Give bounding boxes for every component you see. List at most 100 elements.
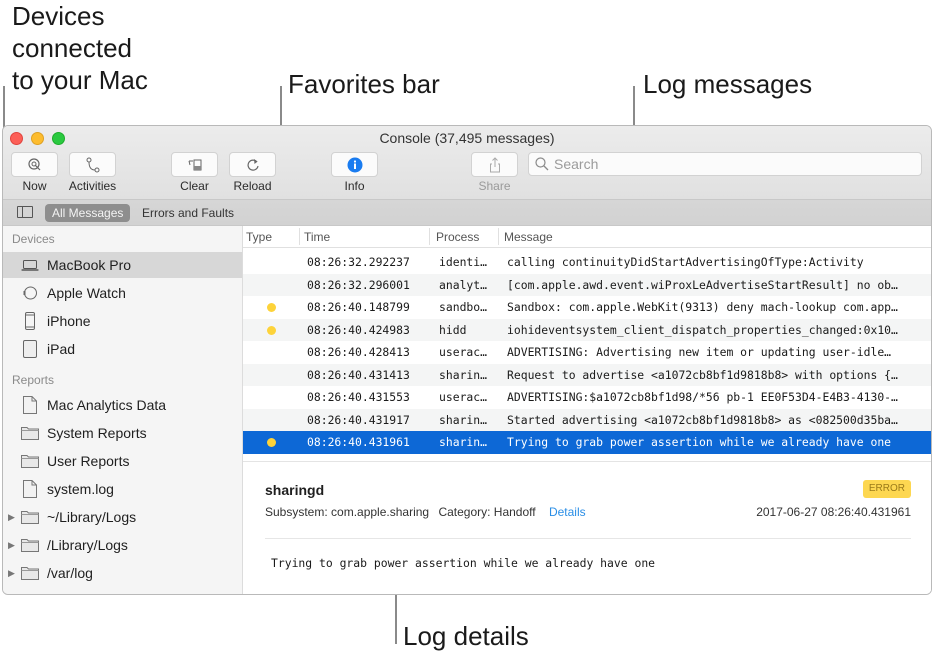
favorites-bar: All Messages Errors and Faults — [3, 199, 931, 225]
sidebar-item-macbook-pro[interactable]: MacBook Pro — [3, 252, 242, 278]
folder-icon — [21, 564, 39, 582]
info-button[interactable] — [331, 152, 378, 177]
sidebar-item-var-log[interactable]: ▶ /var/log — [3, 560, 242, 586]
log-row[interactable]: 08:26:40.148799 sandbo… Sandbox: com.apple… — [243, 296, 931, 319]
callout-log-messages: Log messages — [643, 69, 813, 99]
column-separator[interactable] — [498, 228, 499, 245]
log-message: Sandbox: com.apple.WebKit(9313) deny mac… — [507, 300, 898, 314]
log-time: 08:26:32.296001 — [307, 277, 410, 292]
reload-button[interactable] — [229, 152, 276, 177]
devices-header: Devices — [12, 232, 55, 246]
log-process: sharin… — [439, 412, 488, 427]
share-button[interactable] — [471, 152, 518, 177]
sidebar-item-iphone[interactable]: iPhone — [3, 308, 242, 334]
search-icon — [535, 157, 549, 171]
callout-log-details: Log details — [403, 621, 529, 651]
log-process: identi… — [439, 255, 488, 269]
callout-devices-line1: Devices — [12, 1, 105, 31]
sidebar-item-label: ~/Library/Logs — [47, 509, 137, 525]
log-row[interactable]: 08:26:32.296001 analyt… [com.apple.awd.eve… — [243, 273, 931, 296]
log-row[interactable]: 08:26:40.431917 sharin… Started advertisin… — [243, 408, 931, 431]
clear-button[interactable] — [171, 152, 218, 177]
sidebar: Devices MacBook Pro Apple Watch iPhone i… — [3, 226, 243, 594]
sidebar-item-mac-analytics-data[interactable]: Mac Analytics Data — [3, 392, 242, 418]
error-type-icon — [267, 303, 276, 312]
log-rows: 08:26:32.292237 identi… calling continuity… — [243, 251, 931, 454]
details-link[interactable]: Details — [549, 505, 586, 519]
detail-timestamp: 2017-06-27 08:26:40.431961 — [756, 505, 911, 519]
log-message: Trying to grab power assertion while we … — [507, 435, 892, 449]
error-badge: ERROR — [862, 480, 911, 498]
sidebar-item-system-log[interactable]: system.log — [3, 476, 242, 502]
log-time: 08:26:40.431413 — [307, 367, 410, 382]
now-button[interactable] — [11, 152, 58, 177]
log-message: iohideventsystem_client_dispatch_propert… — [507, 322, 898, 337]
sidebar-item-user-library-logs[interactable]: ▶ ~/Library/Logs — [3, 504, 242, 530]
log-time: 08:26:32.292237 — [307, 255, 410, 269]
log-row[interactable]: 08:26:32.292237 identi… calling continuity… — [243, 251, 931, 274]
log-time: 08:26:40.428413 — [307, 345, 410, 359]
watch-icon — [21, 284, 39, 302]
log-row[interactable]: 08:26:40.424983 hidd iohideventsystem_clie… — [243, 318, 931, 341]
detail-message: Trying to grab power assertion while we … — [271, 556, 656, 570]
log-process: sandbo… — [439, 300, 488, 314]
column-process[interactable]: Process — [436, 230, 479, 244]
activities-button[interactable] — [69, 152, 116, 177]
log-time: 08:26:40.431961 — [307, 435, 410, 449]
laptop-icon — [21, 256, 39, 274]
log-row[interactable]: 08:26:40.431961 sharin… Trying to grab pow… — [243, 431, 931, 454]
now-icon — [27, 157, 40, 170]
log-message: ADVERTISING: Advertising new item or upd… — [507, 345, 892, 359]
log-message: calling continuityDidStartAdvertisingOfT… — [507, 255, 864, 269]
log-process: hidd — [439, 322, 467, 337]
sidebar-item-library-logs[interactable]: ▶ /Library/Logs — [3, 532, 242, 558]
toolbar: Console (37,495 messages) Now Activities… — [3, 126, 931, 226]
log-process: userac… — [439, 345, 488, 359]
sidebar-item-user-reports[interactable]: User Reports — [3, 448, 242, 474]
callout-devices: Devices connected to your Mac — [12, 0, 148, 96]
reload-icon — [246, 158, 259, 171]
search-field[interactable] — [528, 152, 922, 176]
detail-category: Category: Handoff — [438, 505, 536, 519]
now-label: Now — [22, 179, 47, 193]
log-process: analyt… — [439, 277, 488, 292]
column-separator[interactable] — [429, 228, 430, 245]
iphone-icon — [21, 312, 39, 330]
log-message: Request to advertise <a1072cb8bf1d9818b8… — [507, 367, 898, 382]
log-row[interactable]: 08:26:40.431553 userac… ADVERTISING:$a1072… — [243, 386, 931, 409]
sidebar-toggle-icon[interactable] — [17, 206, 33, 218]
sidebar-item-label: iPad — [47, 341, 76, 357]
sidebar-item-system-reports[interactable]: System Reports — [3, 420, 242, 446]
disclosure-triangle-icon[interactable]: ▶ — [8, 540, 15, 551]
log-message: [com.apple.awd.event.wiProxLeAdvertiseSt… — [507, 277, 898, 292]
window-title: Console (37,495 messages) — [379, 130, 555, 146]
callout-devices-line2: connected — [12, 33, 132, 63]
log-message: ADVERTISING:$a1072cb8bf1d98/*56 pb-1 EE0… — [507, 390, 898, 404]
disclosure-triangle-icon[interactable]: ▶ — [8, 568, 15, 579]
detail-meta: Subsystem: com.apple.sharing Category: H… — [265, 505, 586, 519]
column-separator[interactable] — [299, 228, 300, 245]
info-label: Info — [344, 179, 365, 193]
console-window: Console (37,495 messages) Now Activities… — [2, 125, 932, 595]
search-input[interactable] — [554, 156, 894, 172]
error-type-icon — [267, 438, 276, 447]
log-time: 08:26:40.424983 — [307, 322, 410, 337]
disclosure-triangle-icon[interactable]: ▶ — [8, 512, 15, 523]
clear-label: Clear — [180, 179, 209, 193]
folder-icon — [21, 536, 39, 554]
log-row[interactable]: 08:26:40.428413 userac… ADVERTISING: Adver… — [243, 341, 931, 364]
column-message[interactable]: Message — [504, 230, 553, 244]
sidebar-item-ipad[interactable]: iPad — [3, 336, 242, 362]
detail-subsystem: Subsystem: com.apple.sharing — [265, 505, 430, 519]
favorite-errors-and-faults[interactable]: Errors and Faults — [135, 204, 241, 222]
column-time[interactable]: Time — [304, 230, 330, 244]
sidebar-item-label: /Library/Logs — [47, 537, 128, 553]
log-row[interactable]: 08:26:40.431413 sharin… Request to adverti… — [243, 363, 931, 386]
folder-icon — [21, 452, 39, 470]
column-type[interactable]: Type — [246, 230, 272, 244]
log-process: sharin… — [439, 435, 488, 449]
favorite-all-messages[interactable]: All Messages — [45, 204, 131, 222]
sidebar-item-label: Apple Watch — [47, 285, 126, 301]
sidebar-item-apple-watch[interactable]: Apple Watch — [3, 280, 242, 306]
sidebar-item-label: iPhone — [47, 313, 91, 329]
